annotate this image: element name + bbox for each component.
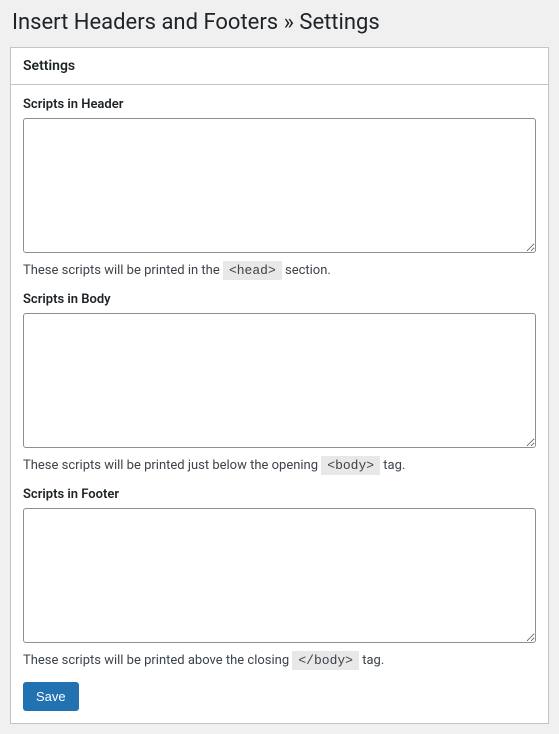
settings-panel: Settings Scripts in Header These scripts… <box>10 47 549 724</box>
scripts-footer-label: Scripts in Footer <box>23 487 536 502</box>
scripts-footer-group: Scripts in Footer These scripts will be … <box>23 487 536 668</box>
scripts-footer-textarea[interactable] <box>23 508 536 643</box>
help-code-body-close: </body> <box>292 651 359 670</box>
panel-header: Settings <box>11 48 548 85</box>
panel-body: Scripts in Header These scripts will be … <box>11 85 548 723</box>
help-text-prefix: These scripts will be printed just below… <box>23 458 321 473</box>
scripts-body-group: Scripts in Body These scripts will be pr… <box>23 292 536 473</box>
scripts-header-help: These scripts will be printed in the <he… <box>23 263 536 278</box>
help-code-head: <head> <box>223 261 282 280</box>
help-text-suffix: section. <box>282 263 331 278</box>
help-text-suffix: tag. <box>359 653 384 668</box>
scripts-header-group: Scripts in Header These scripts will be … <box>23 97 536 278</box>
help-code-body: <body> <box>321 456 380 475</box>
scripts-body-textarea[interactable] <box>23 313 536 448</box>
scripts-header-textarea[interactable] <box>23 118 536 253</box>
save-button[interactable]: Save <box>23 682 79 711</box>
scripts-footer-help: These scripts will be printed above the … <box>23 653 536 668</box>
panel-header-title: Settings <box>23 58 536 74</box>
page-title: Insert Headers and Footers » Settings <box>10 10 549 35</box>
scripts-body-help: These scripts will be printed just below… <box>23 458 536 473</box>
help-text-prefix: These scripts will be printed above the … <box>23 653 292 668</box>
scripts-header-label: Scripts in Header <box>23 97 536 112</box>
help-text-suffix: tag. <box>380 458 405 473</box>
scripts-body-label: Scripts in Body <box>23 292 536 307</box>
help-text-prefix: These scripts will be printed in the <box>23 263 223 278</box>
